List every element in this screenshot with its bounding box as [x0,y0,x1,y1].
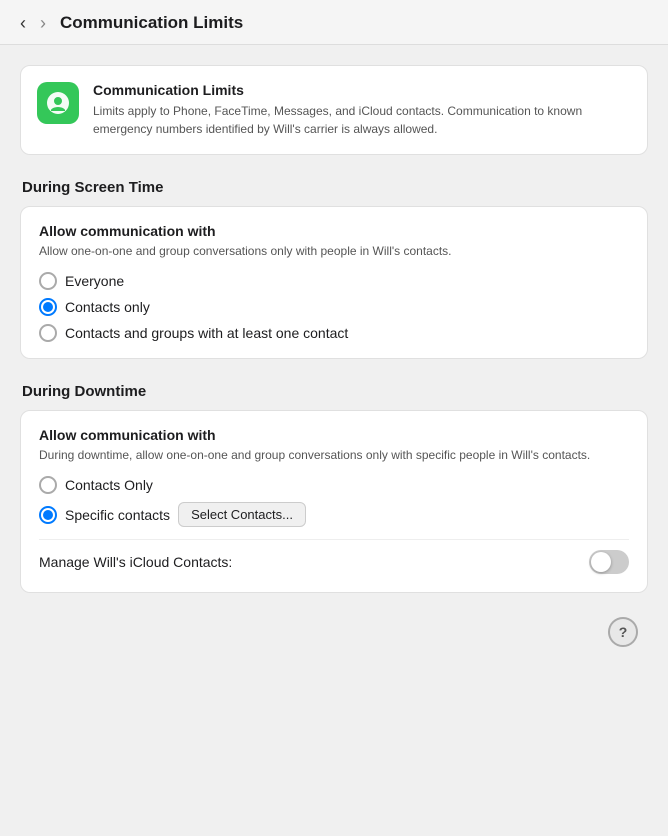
radio-contacts-only-label: Contacts only [65,299,150,315]
radio-contacts-only[interactable]: Contacts only [39,298,629,316]
radio-contacts-groups-circle [39,324,57,342]
info-text: Communication Limits Limits apply to Pho… [93,82,631,138]
toggle-label: Manage Will's iCloud Contacts: [39,554,232,570]
downtime-section-label: During Downtime [22,383,648,400]
screen-time-card: Allow communication with Allow one-on-on… [20,206,648,359]
downtime-card-title: Allow communication with [39,427,629,443]
help-btn-container: ? [20,617,648,647]
screen-time-section-label: During Screen Time [22,179,648,196]
radio-specific-contacts-circle [39,506,57,524]
manage-icloud-row: Manage Will's iCloud Contacts: [39,539,629,576]
help-button[interactable]: ? [608,617,638,647]
downtime-radio-group: Contacts Only Specific contacts Select C… [39,476,629,527]
radio-everyone[interactable]: Everyone [39,272,629,290]
radio-contacts-only-circle [39,298,57,316]
screen-time-card-title: Allow communication with [39,223,629,239]
page-title: Communication Limits [60,13,243,33]
screen-time-radio-group: Everyone Contacts only Contacts and grou… [39,272,629,342]
screen-time-card-desc: Allow one-on-one and group conversations… [39,242,629,260]
forward-button[interactable]: › [36,12,50,34]
icloud-contacts-toggle[interactable] [589,550,629,574]
select-contacts-button[interactable]: Select Contacts... [178,502,306,527]
radio-specific-contacts[interactable]: Specific contacts Select Contacts... [39,502,629,527]
communication-limits-icon [45,90,71,116]
radio-everyone-circle [39,272,57,290]
downtime-card-desc: During downtime, allow one-on-one and gr… [39,446,629,464]
radio-everyone-label: Everyone [65,273,124,289]
downtime-card: Allow communication with During downtime… [20,410,648,593]
main-content: Communication Limits Limits apply to Pho… [0,45,668,667]
radio-contacts-groups[interactable]: Contacts and groups with at least one co… [39,324,629,342]
radio-contacts-only-dt-label: Contacts Only [65,477,153,493]
app-icon [37,82,79,124]
radio-contacts-only-dt[interactable]: Contacts Only [39,476,629,494]
radio-specific-contacts-label: Specific contacts [65,507,170,523]
back-button[interactable]: ‹ [16,12,30,34]
radio-contacts-groups-label: Contacts and groups with at least one co… [65,325,348,341]
titlebar: ‹ › Communication Limits [0,0,668,45]
radio-contacts-only-dt-circle [39,476,57,494]
info-title: Communication Limits [93,82,631,98]
info-description: Limits apply to Phone, FaceTime, Message… [93,102,631,138]
info-card: Communication Limits Limits apply to Pho… [20,65,648,155]
